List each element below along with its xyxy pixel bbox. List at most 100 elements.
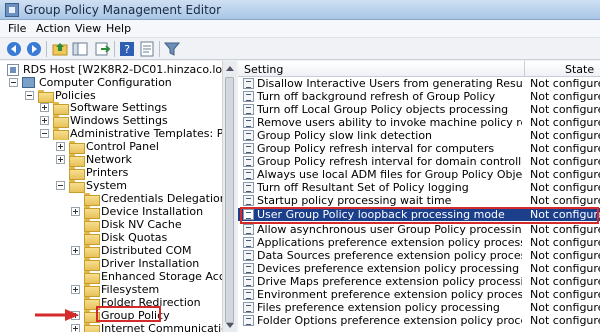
scroll-up-icon[interactable] <box>226 66 234 71</box>
toolbar-separator <box>114 41 115 57</box>
folder-icon <box>84 245 100 258</box>
collapse-icon[interactable] <box>40 129 49 138</box>
setting-name: Group Policy refresh interval for comput… <box>257 142 495 155</box>
list-item[interactable]: Environment preference extension policy … <box>238 288 600 301</box>
policy-setting-icon <box>243 224 254 235</box>
setting-name: Remove users ability to invoke machine p… <box>257 116 522 129</box>
tree-item-software-settings[interactable]: Software Settings <box>0 101 222 115</box>
list-item[interactable]: Applications preference extension policy… <box>238 236 600 249</box>
menu-view[interactable]: View <box>75 22 101 35</box>
folder-icon <box>69 154 85 167</box>
list-item[interactable]: Always use local ADM files for Group Pol… <box>238 168 600 181</box>
policy-setting-icon <box>243 156 254 167</box>
list-item[interactable]: Drive Maps preference extension policy p… <box>238 275 600 288</box>
expand-icon[interactable] <box>71 324 80 332</box>
list-item[interactable]: Group Policy slow link detection Not con… <box>238 129 600 142</box>
expand-icon[interactable] <box>71 285 80 294</box>
tree-item-credentials-delegation[interactable]: Credentials Delegation <box>0 192 227 206</box>
tree-item-disk-nv-cache[interactable]: Disk NV Cache <box>0 218 222 232</box>
folder-icon <box>53 115 69 128</box>
tree-item-computer-configuration[interactable]: Computer Configuration <box>0 76 222 89</box>
tree-item-distributed-com[interactable]: Distributed COM <box>0 244 222 258</box>
expand-icon[interactable] <box>71 207 80 216</box>
menu-help[interactable]: Help <box>106 22 131 35</box>
setting-name: Turn off background refresh of Group Pol… <box>257 90 496 103</box>
list-item[interactable]: Data Sources preference extension policy… <box>238 249 600 262</box>
list-item[interactable]: Turn off background refresh of Group Pol… <box>238 90 600 103</box>
forward-arrow-icon[interactable] <box>26 41 42 57</box>
setting-state: Not configured <box>530 314 600 327</box>
policy-setting-icon <box>243 104 254 115</box>
list-item[interactable]: Group Policy refresh interval for domain… <box>238 155 600 168</box>
policy-setting-icon <box>243 315 254 326</box>
collapse-icon[interactable] <box>25 91 34 100</box>
folder-icon <box>84 219 100 232</box>
tree-label: Filesystem <box>101 283 160 296</box>
folder-icon <box>53 102 69 115</box>
list-item[interactable]: Startup policy processing wait time Not … <box>238 194 600 207</box>
collapse-icon[interactable] <box>9 78 18 87</box>
scrollbar-thumb[interactable] <box>225 77 234 323</box>
policy-setting-icon <box>243 130 254 141</box>
tree-label-system: System <box>86 179 128 192</box>
tree-item-disk-quotas[interactable]: Disk Quotas <box>0 231 222 245</box>
setting-name: Folder Options preference extension poli… <box>257 314 522 327</box>
tree-item-printers[interactable]: Printers <box>0 166 222 180</box>
list-item[interactable]: Disallow Interactive Users from generati… <box>238 77 600 90</box>
show-hide-tree-icon[interactable] <box>72 41 88 57</box>
tree-item-system[interactable]: System <box>0 179 222 193</box>
menu-action[interactable]: Action <box>36 22 70 35</box>
expand-icon[interactable] <box>71 246 80 255</box>
filter-icon[interactable] <box>164 41 180 57</box>
policy-setting-icon <box>243 302 254 313</box>
expand-icon[interactable] <box>40 116 49 125</box>
group-policy-highlight <box>96 306 161 322</box>
tree-item-windows-settings[interactable]: Windows Settings <box>0 114 222 128</box>
tree-item-driver-installation[interactable]: Driver Installation <box>0 257 222 271</box>
setting-state: Not configured <box>530 236 600 249</box>
back-arrow-icon[interactable] <box>6 41 22 57</box>
policy-setting-icon <box>243 263 254 274</box>
list-item[interactable]: Turn off Resultant Set of Policy logging… <box>238 181 600 194</box>
list-item[interactable]: Group Policy refresh interval for comput… <box>238 142 600 155</box>
setting-name: Data Sources preference extension policy… <box>257 249 522 262</box>
list-item[interactable]: Devices preference extension policy proc… <box>238 262 600 275</box>
menu-file[interactable]: File <box>8 22 26 35</box>
list-item[interactable]: Allow asynchronous user Group Policy pro… <box>238 223 600 236</box>
tree-item-device-installation[interactable]: Device Installation <box>0 205 222 219</box>
properties-icon[interactable] <box>139 41 155 57</box>
red-arrow-icon <box>35 309 79 321</box>
tree-item-root[interactable]: RDS Host [W2K8R2-DC01.hinzaco.local] <box>0 63 235 76</box>
folder-icon <box>69 180 85 193</box>
list-item[interactable]: Files preference extension policy proces… <box>238 301 600 314</box>
expand-icon[interactable] <box>56 155 65 164</box>
column-header-state[interactable]: State <box>524 61 600 77</box>
tree-item-control-panel[interactable]: Control Panel <box>0 140 222 154</box>
setting-state: Not configured <box>530 103 600 116</box>
export-list-icon[interactable] <box>94 41 110 57</box>
column-header-setting[interactable]: Setting <box>238 61 524 77</box>
expand-icon[interactable] <box>40 103 49 112</box>
expand-icon[interactable] <box>56 142 65 151</box>
folder-icon <box>84 232 100 245</box>
tree-label: Internet Communication Manage <box>101 322 222 332</box>
up-folder-icon[interactable] <box>52 41 68 57</box>
tree-label-printers: Printers <box>86 166 129 179</box>
list-item[interactable]: Remove users ability to invoke machine p… <box>238 116 600 129</box>
tree-item-enhanced-storage-access[interactable]: Enhanced Storage Access <box>0 270 235 284</box>
tree-scrollbar[interactable] <box>222 61 236 332</box>
tree-label: Distributed COM <box>101 244 192 257</box>
list-item[interactable]: Folder Options preference extension poli… <box>238 314 600 327</box>
tree-item-internet-communication-management[interactable]: Internet Communication Manage <box>0 322 222 332</box>
scroll-down-icon[interactable] <box>226 323 234 328</box>
collapse-icon[interactable] <box>56 181 65 190</box>
tree-label-computer-configuration: Computer Configuration <box>39 76 172 89</box>
tree-item-filesystem[interactable]: Filesystem <box>0 283 222 297</box>
help-icon[interactable]: ? <box>119 41 135 57</box>
tree-label: Device Installation <box>101 205 204 218</box>
tree-item-administrative-templates[interactable]: Administrative Templates: Policy definit… <box>0 127 222 140</box>
tree-item-network[interactable]: Network <box>0 153 222 167</box>
setting-state: Not configured <box>530 194 600 207</box>
list-item[interactable]: Turn off Local Group Policy objects proc… <box>238 103 600 116</box>
tree-label-administrative-templates: Administrative Templates: Policy definit… <box>70 127 222 140</box>
